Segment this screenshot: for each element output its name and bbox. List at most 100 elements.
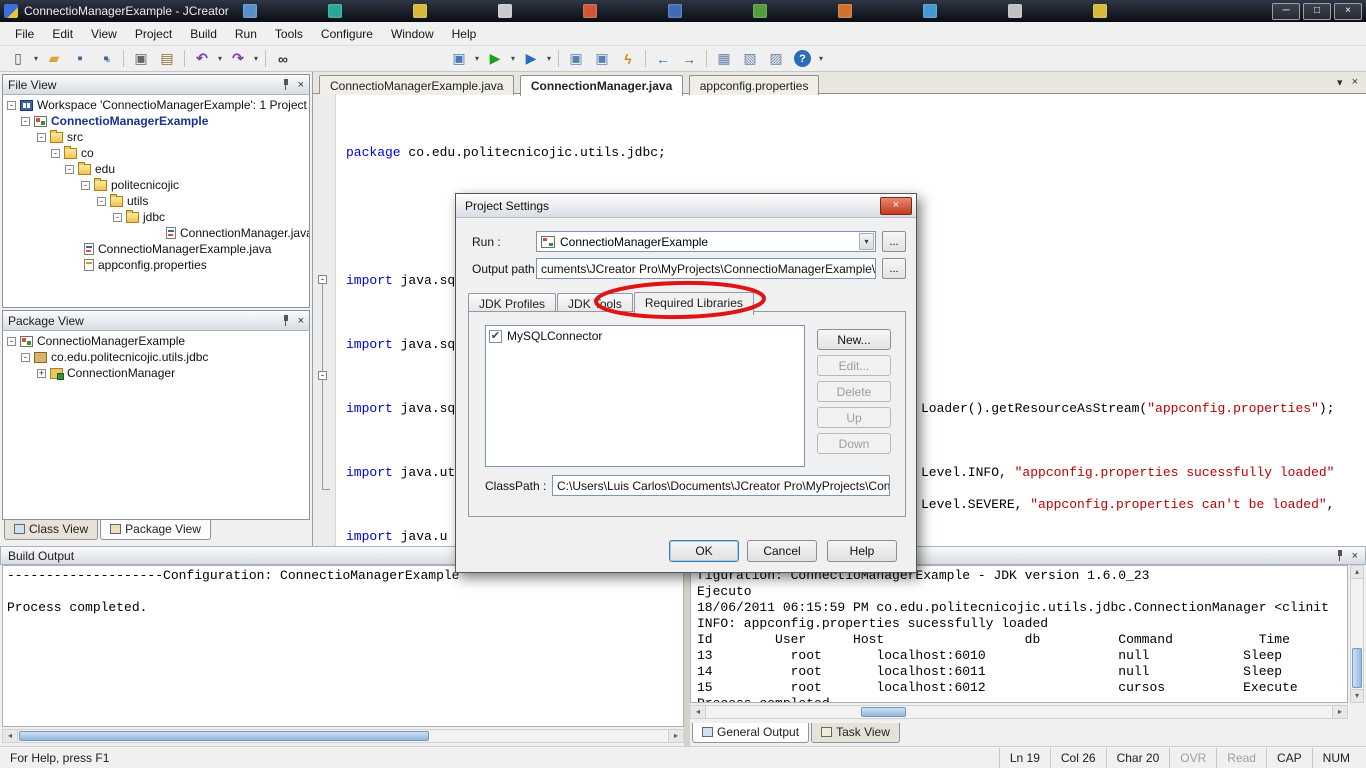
taskbar-item-8[interactable] xyxy=(837,2,923,20)
back-button[interactable]: ← xyxy=(651,48,675,70)
run-caret[interactable]: ▾ xyxy=(508,54,518,63)
taskbar-item-11[interactable] xyxy=(1092,2,1178,20)
undo-caret[interactable]: ▾ xyxy=(215,54,225,63)
taskbar-item-3[interactable] xyxy=(412,2,498,20)
new-library-button[interactable]: New... xyxy=(817,329,891,350)
checkbox-checked-icon[interactable]: ✔ xyxy=(489,329,502,343)
classpath-field[interactable]: C:\Users\Luis Carlos\Documents\JCreator … xyxy=(552,475,890,496)
tree-item-edu[interactable]: - edu xyxy=(3,161,309,177)
tree-item-project[interactable]: - ConnectioManagerExample xyxy=(3,113,309,129)
toolbar-overflow-caret[interactable]: ▾ xyxy=(816,54,826,63)
scroll-up-icon[interactable]: ▴ xyxy=(1351,566,1363,579)
tree-item-src[interactable]: - src xyxy=(3,129,309,145)
tree-expander-icon[interactable]: - xyxy=(81,180,90,190)
panel-layout-button-1[interactable]: ▦ xyxy=(712,48,736,70)
find-button[interactable]: ∞ xyxy=(271,48,295,70)
tree-expander-icon[interactable]: + xyxy=(37,368,46,378)
pin-icon[interactable] xyxy=(281,315,291,326)
dialog-close-button[interactable]: × xyxy=(880,196,912,215)
save-button[interactable]: ▪ xyxy=(68,48,92,70)
output-path-field[interactable]: cuments\JCreator Pro\MyProjects\Connecti… xyxy=(536,258,876,279)
taskbar-item-5[interactable] xyxy=(582,2,668,20)
menu-build[interactable]: Build xyxy=(181,24,226,44)
tab-general-output[interactable]: General Output xyxy=(692,723,810,743)
chevron-down-icon[interactable]: ▾ xyxy=(859,233,874,250)
view-output-button[interactable]: ▣ xyxy=(564,48,588,70)
tree-item-package-jdbc[interactable]: - co.edu.politecnicojic.utils.jdbc xyxy=(3,349,309,365)
scroll-left-icon[interactable]: ◂ xyxy=(691,706,706,718)
menu-edit[interactable]: Edit xyxy=(43,24,82,44)
pin-icon[interactable] xyxy=(1335,550,1345,561)
tab-connectionmanager-java[interactable]: ConnectionManager.java xyxy=(519,75,684,96)
fold-collapse-icon[interactable]: - xyxy=(318,275,327,284)
taskbar-item-4[interactable] xyxy=(497,2,583,20)
edit-library-button[interactable]: Edit... xyxy=(817,355,891,376)
minimize-button[interactable]: ─ xyxy=(1272,2,1300,20)
help-button-dialog[interactable]: Help xyxy=(827,540,897,562)
forward-button[interactable]: → xyxy=(677,48,701,70)
debug-caret[interactable]: ▾ xyxy=(544,54,554,63)
horizontal-scrollbar[interactable]: ◂ ▸ xyxy=(2,729,684,743)
taskbar-item-10[interactable] xyxy=(1007,2,1093,20)
menu-view[interactable]: View xyxy=(82,24,126,44)
panel-layout-button-2[interactable]: ▧ xyxy=(738,48,762,70)
tree-item-politecnicojic[interactable]: - politecnicojic xyxy=(3,177,309,193)
fold-collapse-icon[interactable]: - xyxy=(318,371,327,380)
scroll-right-icon[interactable]: ▸ xyxy=(668,730,683,742)
tree-item-connectiomanagerexample-java[interactable]: ConnectioManagerExample.java xyxy=(3,241,309,257)
new-file-caret[interactable]: ▾ xyxy=(31,54,41,63)
scroll-right-icon[interactable]: ▸ xyxy=(1332,706,1347,718)
tree-expander-icon[interactable]: - xyxy=(51,148,60,158)
taskbar-item-1[interactable] xyxy=(242,2,328,20)
close-panel-icon[interactable]: × xyxy=(298,79,304,91)
run-browse-button[interactable]: ... xyxy=(882,231,906,252)
menu-project[interactable]: Project xyxy=(126,24,181,44)
help-button[interactable]: ? xyxy=(794,50,811,67)
menu-configure[interactable]: Configure xyxy=(312,24,382,44)
taskbar-item-2[interactable] xyxy=(327,2,413,20)
close-panel-icon[interactable]: × xyxy=(1352,550,1358,562)
tree-expander-icon[interactable]: - xyxy=(7,336,16,346)
tab-task-view[interactable]: Task View xyxy=(811,723,900,743)
tree-expander-icon[interactable]: - xyxy=(7,100,16,110)
scrollbar-thumb[interactable] xyxy=(1352,648,1362,688)
scroll-left-icon[interactable]: ◂ xyxy=(3,730,18,742)
scroll-down-icon[interactable]: ▾ xyxy=(1351,689,1363,702)
library-list[interactable]: ✔ MySQLConnector xyxy=(485,325,805,467)
pin-icon[interactable] xyxy=(281,79,291,90)
up-button[interactable]: Up xyxy=(817,407,891,428)
tree-expander-icon[interactable]: - xyxy=(113,212,122,222)
copy-button[interactable]: ▣ xyxy=(129,48,153,70)
tree-item-appconfig-properties[interactable]: appconfig.properties xyxy=(3,257,309,273)
library-list-item[interactable]: ✔ MySQLConnector xyxy=(489,329,801,343)
menu-tools[interactable]: Tools xyxy=(266,24,312,44)
maximize-button[interactable]: □ xyxy=(1303,2,1331,20)
tree-expander-icon[interactable]: - xyxy=(65,164,74,174)
horizontal-scrollbar[interactable]: ◂ ▸ xyxy=(690,705,1348,719)
delete-library-button[interactable]: Delete xyxy=(817,381,891,402)
output-browse-button[interactable]: ... xyxy=(882,258,906,279)
menu-run[interactable]: Run xyxy=(226,24,266,44)
run-button[interactable]: ▶ xyxy=(483,48,507,70)
close-button[interactable]: × xyxy=(1334,2,1362,20)
tree-expander-icon[interactable]: - xyxy=(21,116,30,126)
tree-expander-icon[interactable]: - xyxy=(37,132,46,142)
tree-expander-icon[interactable]: - xyxy=(97,196,106,206)
redo-button[interactable]: ↷ xyxy=(226,48,250,70)
scrollbar-thumb[interactable] xyxy=(861,707,906,717)
tab-list-caret-icon[interactable]: ▾ xyxy=(1337,76,1343,89)
scrollbar-thumb[interactable] xyxy=(19,731,429,741)
tree-item-class-connectionmanager[interactable]: + ConnectionManager xyxy=(3,365,309,381)
panel-layout-button-3[interactable]: ▨ xyxy=(764,48,788,70)
taskbar-item-9[interactable] xyxy=(922,2,1008,20)
view-editor-button[interactable]: ▣ xyxy=(590,48,614,70)
down-button[interactable]: Down xyxy=(817,433,891,454)
tab-connectiomanagerexample-java[interactable]: ConnectioManagerExample.java xyxy=(319,75,515,95)
tree-item-connectionmanager-java[interactable]: ConnectionManager.java xyxy=(3,225,309,241)
run-config-button[interactable]: ▣ xyxy=(447,48,471,70)
tab-appconfig-properties[interactable]: appconfig.properties xyxy=(688,75,820,95)
tab-required-libraries[interactable]: Required Libraries xyxy=(633,292,754,315)
build-button[interactable]: ϟ xyxy=(616,48,640,70)
redo-caret[interactable]: ▾ xyxy=(251,54,261,63)
ok-button[interactable]: OK xyxy=(669,540,739,562)
